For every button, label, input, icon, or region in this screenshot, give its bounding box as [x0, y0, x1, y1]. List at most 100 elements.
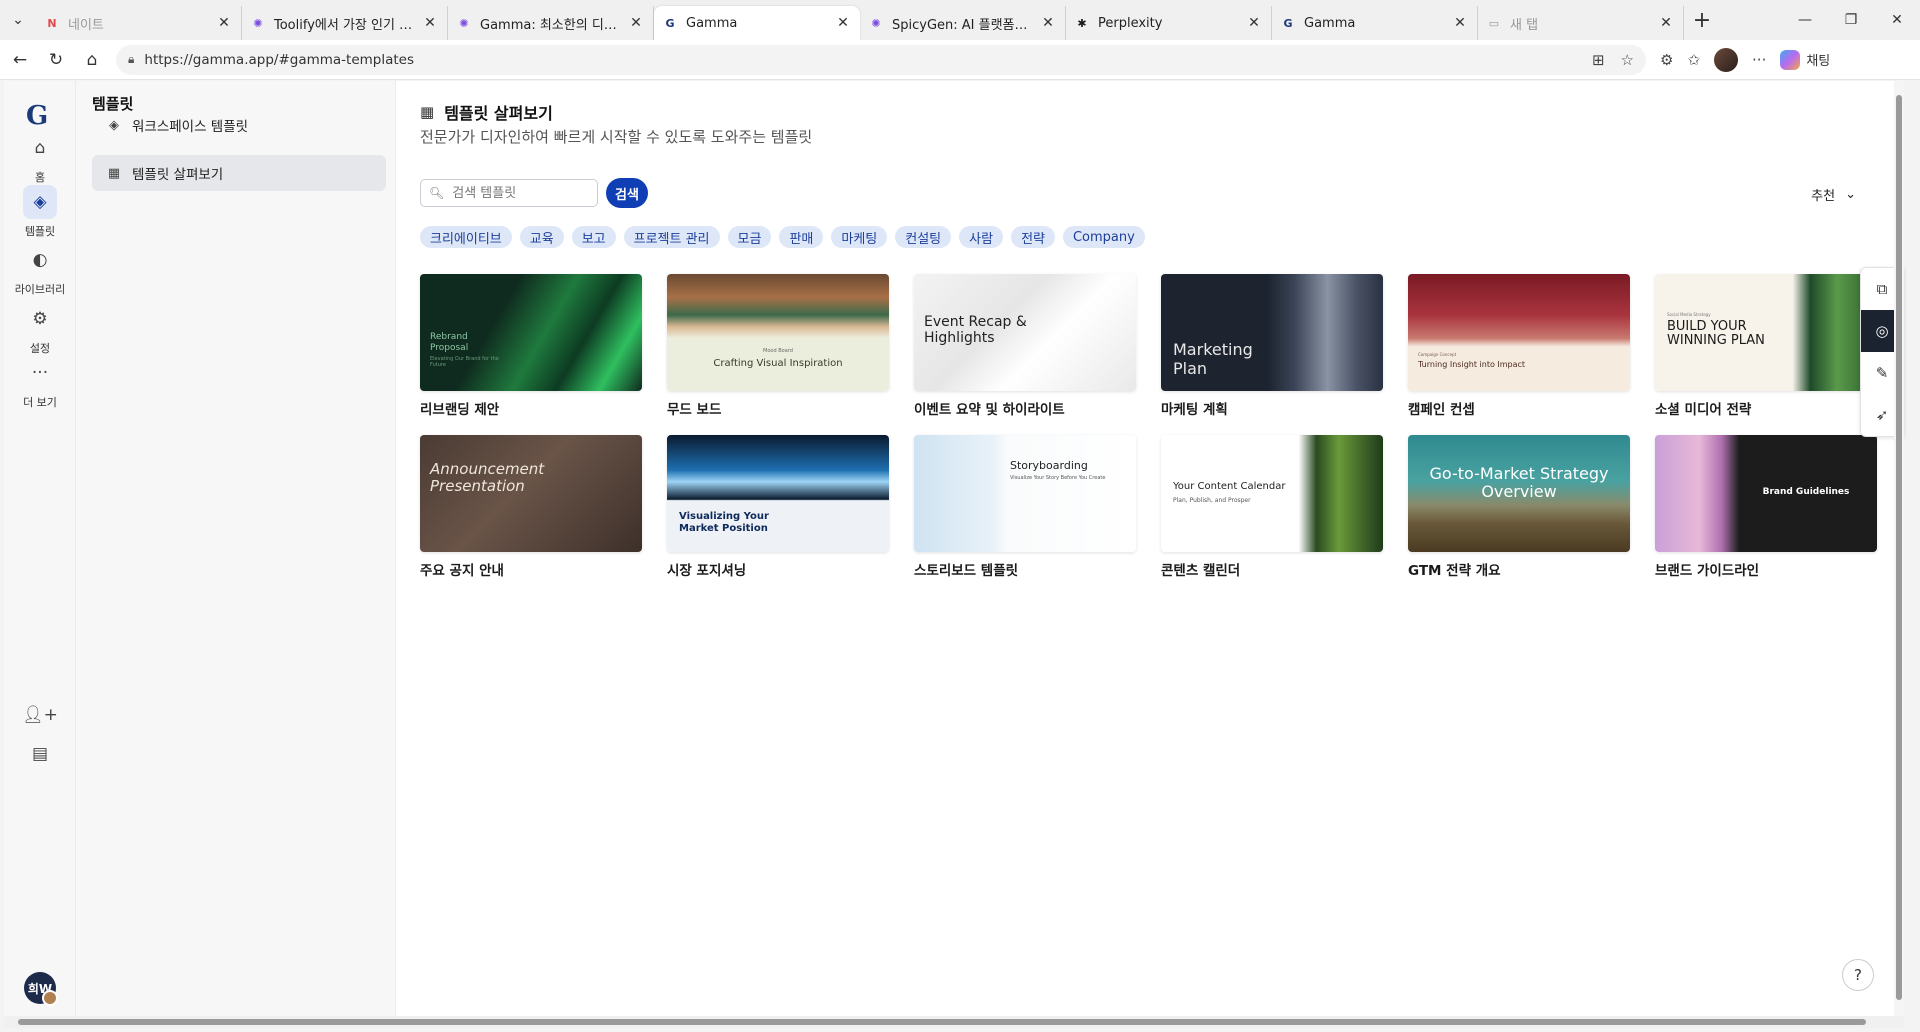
copilot-button[interactable]: 채팅 [1780, 49, 1830, 70]
grid-icon: ▦ [420, 103, 435, 121]
gear-icon: ⚙ [32, 309, 48, 329]
tab-close-icon[interactable]: ✕ [834, 15, 852, 31]
category-chip[interactable]: 프로젝트 관리 [623, 226, 720, 248]
rail-item-home[interactable]: ⌂ 홈 [4, 131, 76, 185]
user-avatar[interactable]: 희W [24, 972, 58, 1006]
template-label: 콘텐츠 캘린더 [1161, 563, 1241, 579]
template-card[interactable]: Campaign Concept Turning Insight into Imp… [1408, 274, 1630, 418]
category-chip[interactable]: 모금 [727, 226, 772, 248]
thumbnail-title: Turning Insight into Impact [1418, 360, 1526, 369]
template-thumbnail[interactable]: Elevating Our Brand for the Future Rebran… [420, 274, 642, 391]
category-chip[interactable]: Company [1062, 226, 1145, 248]
template-card[interactable]: Brand Guidelines 브랜드 가이드라인 [1655, 435, 1877, 579]
help-button[interactable]: ? [1842, 959, 1874, 991]
restore-icon[interactable]: ❐ [1828, 0, 1874, 40]
horizontal-scrollbar[interactable] [4, 1016, 1904, 1028]
reload-icon[interactable]: ↻ [40, 44, 72, 76]
sidebar-item-workspace-templates[interactable]: ◈ 워크스페이스 템플릿 [92, 107, 386, 143]
home-page-icon[interactable]: ⌂ [76, 44, 108, 76]
tab-close-icon[interactable]: ✕ [215, 15, 233, 31]
template-card[interactable]: Social Media Strategy BUILD YOUR WINNING … [1655, 274, 1877, 418]
template-thumbnail[interactable]: Mood Board Crafting Visual Inspiration [667, 274, 889, 391]
template-thumbnail[interactable]: Marketing Plan [1161, 274, 1383, 391]
category-chip[interactable]: 마케팅 [831, 226, 888, 248]
url-text[interactable]: https://gamma.app/#gamma-templates [144, 52, 414, 68]
template-thumbnail[interactable]: Visualizing Your Market Position [667, 435, 889, 552]
template-thumbnail[interactable]: Visualize Your Story Before You Create St… [914, 435, 1136, 552]
tab-close-icon[interactable]: ✕ [1451, 15, 1469, 31]
vertical-scrollbar[interactable] [1894, 81, 1904, 1016]
thumbnail-subtitle: Mood Board [763, 348, 793, 354]
template-thumbnail[interactable]: Campaign Concept Turning Insight into Imp… [1408, 274, 1630, 391]
rail-item-layers[interactable]: ◈ 템플릿 [4, 185, 76, 239]
rail-item-more[interactable]: ··· 더 보기 [4, 356, 76, 410]
extensions-icon[interactable]: ⚙ [1660, 51, 1673, 69]
profile-avatar[interactable] [1714, 47, 1739, 72]
browser-tab[interactable]: ✺ Gamma: 최소한의 디자인 노력✕ [448, 6, 654, 40]
browser-tab[interactable]: G Gamma ✕ [654, 6, 860, 40]
sort-dropdown[interactable]: 추천 ⌄ [1811, 185, 1856, 204]
category-chip[interactable]: 크리에이티브 [420, 226, 512, 248]
template-thumbnail[interactable]: Brand Guidelines [1655, 435, 1877, 552]
rail-item-gear[interactable]: ⚙ 설정 [4, 302, 76, 356]
tab-close-icon[interactable]: ✕ [627, 15, 645, 31]
browser-tab[interactable]: ✱ Perplexity ✕ [1066, 6, 1272, 40]
browser-tab[interactable]: N 네이트 ✕ [36, 6, 242, 40]
invite-user-icon[interactable]: 👤︎+ [4, 705, 76, 725]
category-chip[interactable]: 컨설팅 [895, 226, 952, 248]
search-box[interactable]: 🔍︎ [420, 179, 598, 207]
rail-item-palette[interactable]: ◐ 라이브러리 [4, 243, 76, 297]
tab-close-icon[interactable]: ✕ [1657, 15, 1675, 31]
palette-icon: ◐ [32, 250, 48, 270]
tab-close-icon[interactable]: ✕ [421, 15, 439, 31]
browser-toolbar: ← ↻ ⌂ 🔒︎ https://gamma.app/#gamma-templa… [0, 40, 1920, 80]
browser-tab[interactable]: ✺ SpicyGen: AI 플랫폼으로 이미✕ [860, 6, 1066, 40]
back-icon[interactable]: ← [4, 44, 36, 76]
category-chip[interactable]: 사람 [959, 226, 1004, 248]
template-card[interactable]: Event Recap & Highlights 이벤트 요약 및 하이라이트 [914, 274, 1136, 418]
template-thumbnail[interactable]: Plan, Publish, and Prosper Your Content C… [1161, 435, 1383, 552]
template-card[interactable]: Go-to-Market Strategy Overview GTM 전략 개요 [1408, 435, 1630, 579]
rail-item-label: 더 보기 [23, 396, 57, 409]
tab-actions-menu-icon[interactable]: ⌄ [0, 0, 36, 40]
category-chip[interactable]: 판매 [779, 226, 824, 248]
template-label: 브랜드 가이드라인 [1655, 563, 1760, 579]
search-button[interactable]: 검색 [606, 178, 648, 208]
browser-tab[interactable]: ✺ Toolify에서 가장 인기 있는 AI✕ [242, 6, 448, 40]
template-card[interactable]: Mood Board Crafting Visual Inspiration 무드 … [667, 274, 889, 418]
new-tab-icon[interactable]: + [1684, 0, 1720, 40]
minimize-icon[interactable]: — [1782, 0, 1828, 40]
tab-close-icon[interactable]: ✕ [1245, 15, 1263, 31]
template-thumbnail[interactable]: Announcement Presentation [420, 435, 642, 552]
template-thumbnail[interactable]: Event Recap & Highlights [914, 274, 1136, 391]
category-chip[interactable]: 교육 [519, 226, 564, 248]
sort-label: 추천 [1811, 189, 1836, 204]
tab-close-icon[interactable]: ✕ [1039, 15, 1057, 31]
gamma-logo[interactable]: G [26, 101, 54, 131]
category-chip[interactable]: 보고 [571, 226, 616, 248]
sidebar-item-browse-templates[interactable]: ▦ 템플릿 살펴보기 [92, 155, 386, 191]
template-card[interactable]: Visualize Your Story Before You Create St… [914, 435, 1136, 579]
close-window-icon[interactable]: ✕ [1874, 0, 1920, 40]
app-available-icon[interactable]: ⊞ [1592, 51, 1605, 69]
thumbnail-title: Go-to-Market Strategy Overview [1429, 464, 1609, 501]
search-input[interactable] [452, 185, 593, 201]
template-card[interactable]: Announcement Presentation 주요 공지 안내 [420, 435, 642, 579]
feedback-chat-icon[interactable]: ▤ [4, 744, 76, 764]
category-chip[interactable]: 전략 [1011, 226, 1055, 248]
favorite-star-icon[interactable]: ☆ [1621, 51, 1634, 69]
settings-more-icon[interactable]: ··· [1752, 51, 1766, 69]
template-card[interactable]: Elevating Our Brand for the Future Rebran… [420, 274, 642, 418]
favorites-icon[interactable]: ✩ [1687, 51, 1700, 69]
address-bar[interactable]: 🔒︎ https://gamma.app/#gamma-templates ⊞ … [116, 44, 1646, 75]
browser-tab[interactable]: G Gamma ✕ [1272, 6, 1478, 40]
thumbnail-subtitle: Elevating Our Brand for the Future [430, 356, 499, 368]
template-card[interactable]: Visualizing Your Market Position 시장 포지셔닝 [667, 435, 889, 579]
template-card[interactable]: Marketing Plan 마케팅 계획 [1161, 274, 1383, 418]
template-thumbnail[interactable]: Social Media Strategy BUILD YOUR WINNING … [1655, 274, 1877, 391]
template-thumbnail[interactable]: Go-to-Market Strategy Overview [1408, 435, 1630, 552]
browser-tab[interactable]: ▭ 새 탭 ✕ [1478, 6, 1684, 40]
template-card[interactable]: Plan, Publish, and Prosper Your Content C… [1161, 435, 1383, 579]
tab-favicon-icon: G [1283, 16, 1293, 30]
tab-favicon-icon: ✺ [253, 16, 263, 30]
